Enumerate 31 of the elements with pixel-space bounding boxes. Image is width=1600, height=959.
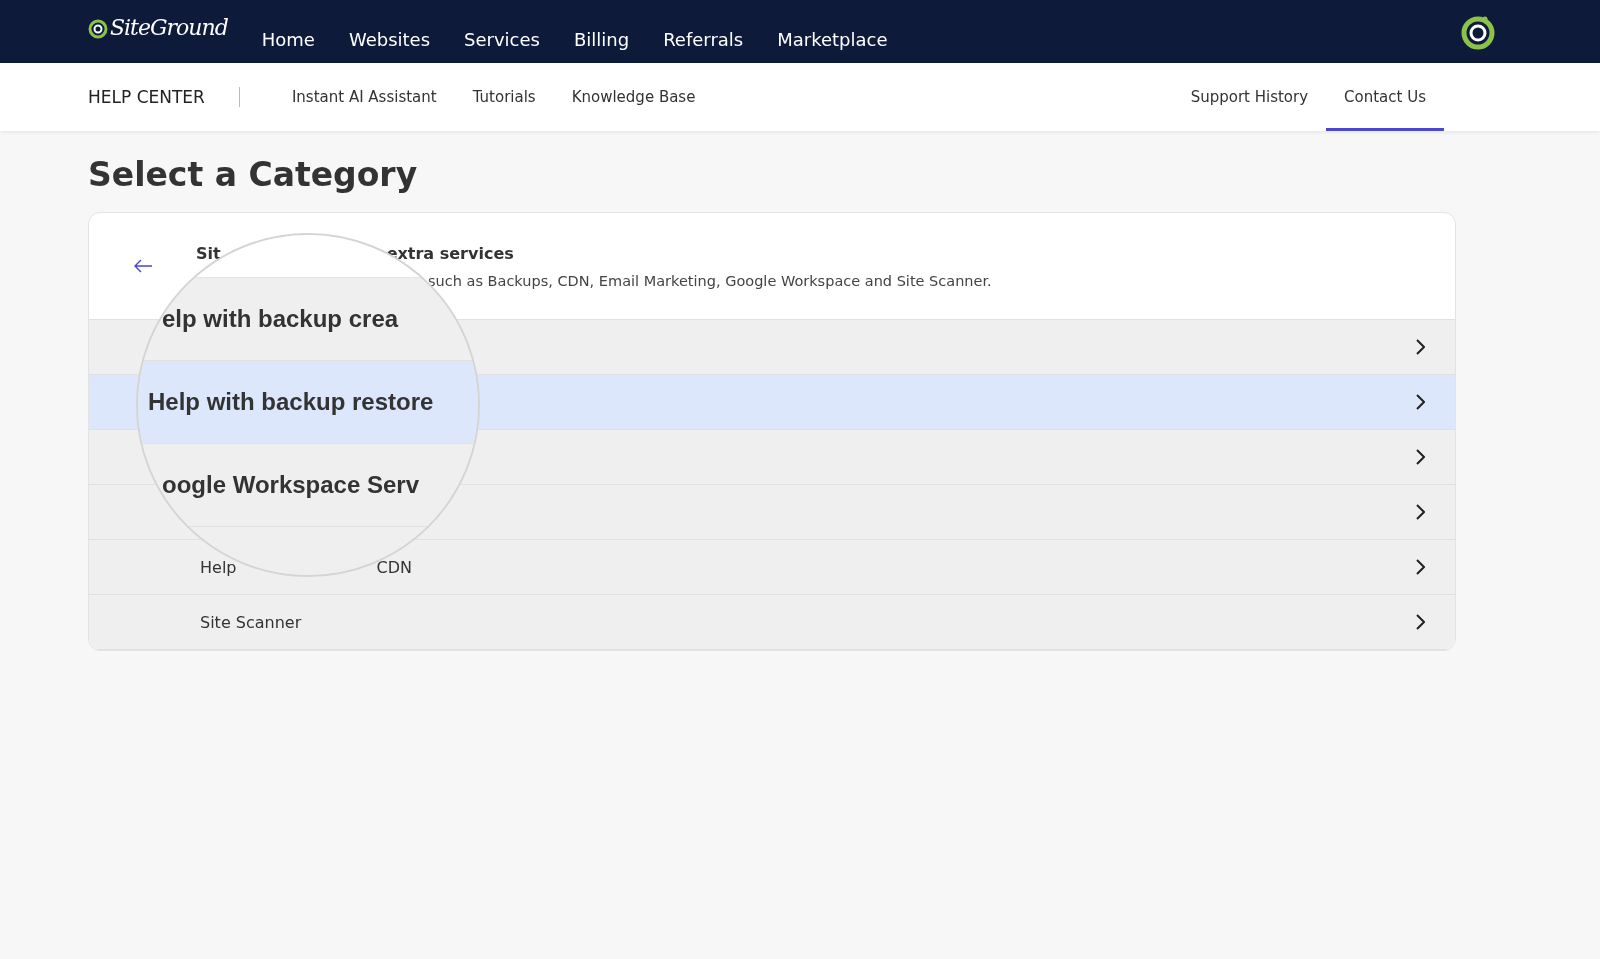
chevron-right-icon (1415, 614, 1425, 630)
category-title: Sit (196, 243, 221, 263)
chevron-right-icon (1415, 449, 1425, 465)
chevron-right-icon (1415, 339, 1425, 355)
nav-item[interactable]: Home (261, 29, 315, 50)
magnified-label: oogle Workspace Serv (162, 471, 419, 499)
subnav-tab[interactable]: Instant AI Assistant (273, 63, 455, 131)
subnav-tab[interactable]: Tutorials (454, 63, 554, 131)
subnav-tab[interactable]: Support History (1172, 63, 1327, 131)
nav-item[interactable]: Billing (573, 29, 630, 50)
chevron-right-icon (1415, 504, 1425, 520)
magnified-label: Help with backup restore (148, 388, 434, 416)
help-center-title: HELP CENTER (88, 87, 205, 107)
category-description: such as Backups, CDN, Email Marketing, Google Workspace and Site Scanner. (428, 272, 992, 289)
chevron-right-icon (1415, 559, 1425, 575)
chevron-right-icon (1415, 394, 1425, 410)
option-label: Help (200, 557, 237, 577)
subnav-tab[interactable]: Contact Us (1326, 63, 1444, 131)
category-option[interactable]: Help CDN (89, 540, 1455, 595)
nav-item[interactable]: Referrals (663, 29, 744, 50)
subnav-tab[interactable]: Knowledge Base (553, 63, 714, 131)
option-label: CDN (376, 557, 412, 577)
logo[interactable]: SiteGround (88, 15, 228, 40)
nav-item[interactable]: Websites (348, 29, 431, 50)
option-label: Site Scanner (200, 612, 302, 632)
nav-item[interactable]: Services (464, 29, 540, 50)
nav-item[interactable]: Marketplace (777, 29, 888, 50)
page-title: Select a Category (88, 155, 419, 194)
category-option[interactable]: Site Scanner (89, 595, 1455, 650)
back-arrow-icon[interactable] (133, 259, 153, 273)
magnified-label: elp with backup crea (162, 305, 399, 333)
